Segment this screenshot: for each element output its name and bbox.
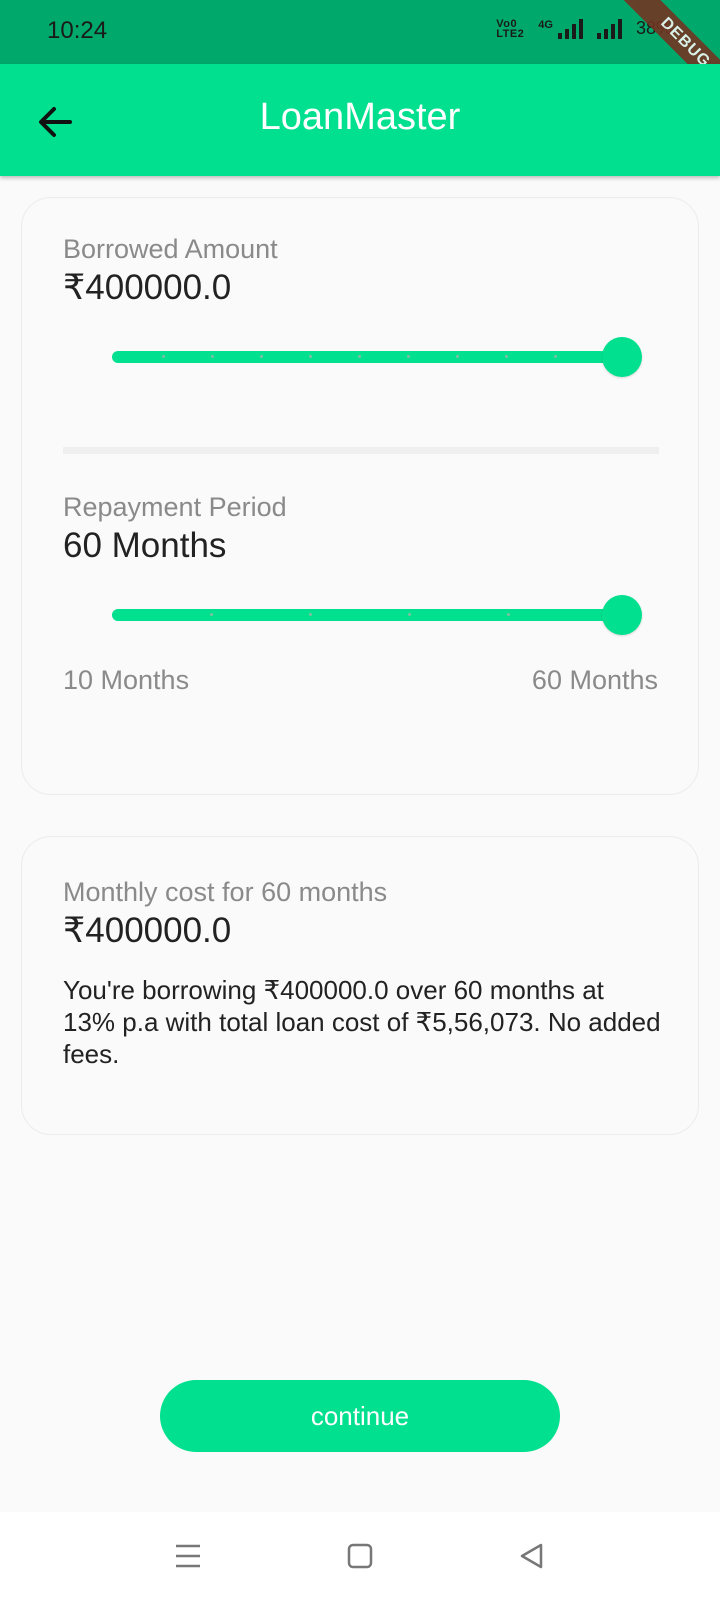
repayment-period-label: Repayment Period <box>63 492 287 522</box>
borrowed-amount-label: Borrowed Amount <box>63 234 278 264</box>
period-slider-track <box>112 609 622 621</box>
menu-icon <box>176 1544 200 1568</box>
network-label: 4G <box>538 18 553 31</box>
volte-label-bottom: LTE2 <box>496 27 525 40</box>
amount-slider-tick <box>358 355 361 358</box>
amount-slider-tick <box>260 355 263 358</box>
home-button[interactable] <box>344 1540 376 1572</box>
recent-apps-button[interactable] <box>172 1540 204 1572</box>
repayment-period-value: 60 Months <box>63 526 227 565</box>
loan-summary-text: You're borrowing ₹400000.0 over 60 month… <box>63 975 661 1069</box>
period-slider-thumb[interactable] <box>602 595 642 635</box>
continue-button[interactable]: continue <box>160 1380 560 1452</box>
volte-icon: Vo0 LTE2 <box>496 18 525 40</box>
period-max-label: 60 Months <box>531 665 658 695</box>
amount-slider[interactable] <box>112 337 642 377</box>
amount-slider-tick <box>211 355 214 358</box>
system-nav-bar <box>0 1512 720 1600</box>
amount-slider-tick <box>309 355 312 358</box>
signal-4g-icon: 4G <box>538 18 583 39</box>
divider <box>63 447 659 454</box>
status-time: 10:24 <box>47 17 108 44</box>
amount-slider-tick <box>407 355 410 358</box>
amount-slider-thumb[interactable] <box>602 337 642 377</box>
app-bar: LoanMaster <box>0 64 720 176</box>
amount-slider-tick <box>554 355 557 358</box>
amount-slider-tick <box>162 355 165 358</box>
borrow-card: Borrowed Amount ₹400000.0 Repayment Peri… <box>21 197 699 795</box>
period-slider[interactable] <box>112 595 642 635</box>
monthly-cost-value: ₹400000.0 <box>63 911 232 950</box>
system-back-button[interactable] <box>516 1540 548 1572</box>
period-slider-tick <box>507 613 510 616</box>
signal-icon <box>596 18 622 39</box>
amount-slider-tick <box>505 355 508 358</box>
back-triangle-icon <box>520 1543 543 1569</box>
period-slider-tick <box>408 613 411 616</box>
status-bar: 10:24 Vo0 LTE2 4G 38% DEBUG <box>0 0 720 106</box>
period-slider-tick <box>210 613 213 616</box>
period-slider-tick <box>309 613 312 616</box>
app-title: LoanMaster <box>259 96 461 138</box>
amount-slider-tick <box>456 355 459 358</box>
borrowed-amount-value: ₹400000.0 <box>63 268 232 307</box>
home-square-icon <box>347 1543 373 1569</box>
amount-slider-track <box>112 351 622 363</box>
monthly-cost-label: Monthly cost for 60 months <box>63 877 388 907</box>
period-min-label: 10 Months <box>63 665 190 695</box>
cost-card: Monthly cost for 60 months ₹400000.0 You… <box>21 836 699 1135</box>
